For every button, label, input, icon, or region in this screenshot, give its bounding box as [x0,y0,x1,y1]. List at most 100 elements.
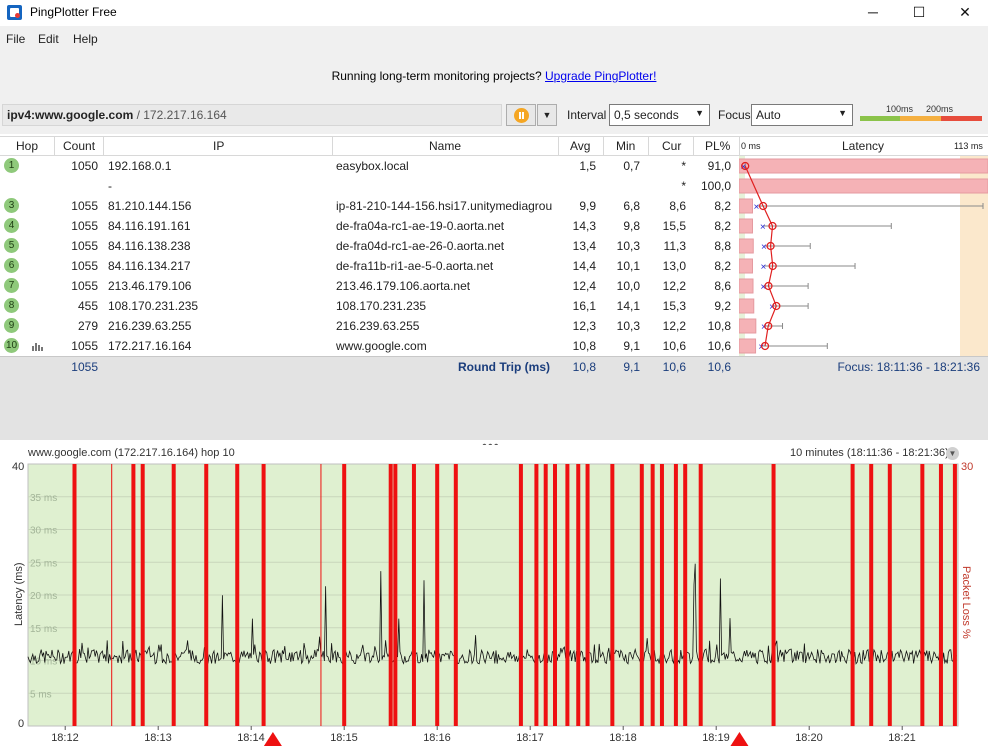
cell-avg: 12,3 [572,319,596,333]
table-row[interactable]: 1 1050 192.168.0.1 easybox.local 1,5 0,7 * 91,0 [0,156,740,176]
summary-label: Round Trip (ms) [458,360,550,374]
cell-cur: 12,2 [662,279,686,293]
graph-time-range[interactable]: 10 minutes (18:11:36 - 18:21:36) [790,447,949,459]
interval-select[interactable]: 0,5 seconds ▼ [609,104,710,126]
cell-pl: 8,2 [714,199,731,213]
hop-number-badge: 6 [4,258,19,273]
table-row[interactable]: 4 1055 84.116.191.161 de-fra04a-rc1-ae-19-0… [0,216,740,236]
cell-name: 216.239.63.255 [336,319,420,333]
table-row[interactable]: 5 1055 84.116.138.238 de-fra04d-rc1-ae-26-0… [0,236,740,256]
cell-ip: - [108,179,112,193]
cell-min: 0,7 [623,159,640,173]
title-bar: PingPlotter Free ─ ☐ ✕ [0,0,988,26]
packet-loss-bar [850,464,855,726]
summary-count: 1055 [71,360,98,374]
scale-bad-segment [941,116,982,121]
packet-loss-bar [235,464,240,726]
col-cur[interactable]: Cur [662,139,681,153]
target-field[interactable]: ipv4:www.google.com / 172.217.16.164 [2,104,502,126]
packet-loss-bar [610,464,615,726]
chevron-down-icon: ▼ [838,108,847,118]
timeline-chart[interactable]: 35 ms 30 ms 25 ms 20 ms 15 ms 10 ms 5 ms 40 0 30 L… [0,461,988,747]
packet-loss-bar [393,464,398,726]
packet-loss-bar [453,464,458,726]
table-row[interactable]: 3 1055 81.210.144.156 ip-81-210-144-156.hsi… [0,196,740,216]
y-gridline-label: 25 ms [30,558,57,569]
banner-message: Running long-term monitoring projects? U… [0,69,988,83]
packet-loss-bar [739,238,754,254]
packet-loss-bar [342,464,347,726]
cell-ip: 216.239.63.255 [108,319,192,333]
menu-file[interactable]: File [6,32,25,46]
summary-cur: 10,6 [662,360,686,374]
cell-ip: 213.46.179.106 [108,279,192,293]
packet-loss-bar [739,298,755,314]
focus-select[interactable]: Auto ▼ [751,104,853,126]
col-ip[interactable]: IP [213,139,224,153]
y-gridline-label: 35 ms [30,493,57,504]
cell-name: de-fra04d-rc1-ae-26-0.aorta.net [336,239,505,253]
col-avg[interactable]: Avg [570,139,590,153]
x-tick-label: 18:16 [423,732,451,744]
alert-triangle-icon [263,732,282,746]
empty-pane [0,376,988,440]
col-hop[interactable]: Hop [16,139,38,153]
cell-pl: 9,2 [714,299,731,313]
col-pl[interactable]: PL% [705,139,730,153]
summary-focus: Focus: 18:11:36 - 18:21:36 [837,360,980,374]
pingplotter-app-icon [7,5,22,20]
packet-loss-bar [739,218,753,234]
col-count[interactable]: Count [63,139,95,153]
interval-value: 0,5 seconds [614,108,679,122]
cell-ip: 108.170.231.235 [108,299,199,313]
packet-loss-bar [639,464,644,726]
table-row[interactable]: - * 100,0 [0,176,740,196]
menu-help[interactable]: Help [73,32,98,46]
cell-ip: 84.116.138.238 [108,239,191,253]
cell-count: 455 [77,299,98,313]
cell-pl: 8,8 [714,239,731,253]
packet-loss-bar [72,464,77,726]
chevron-down-icon[interactable]: ▼ [946,447,959,460]
table-row[interactable]: 7 1055 213.46.179.106 213.46.179.106.aorta.… [0,276,740,296]
table-row[interactable]: 6 1055 84.116.134.217 de-fra11b-ri1-ae-5-0.… [0,256,740,276]
col-min[interactable]: Min [616,139,635,153]
cell-ip: 84.116.134.217 [108,259,191,273]
cell-pl: 100,0 [700,179,731,193]
latency-min-marker: × [761,242,767,253]
summary-row: 1055 Round Trip (ms) 10,8 9,1 10,6 10,6 … [0,356,988,376]
packet-loss-bar [140,464,145,726]
cell-count: 1055 [71,339,98,353]
menu-edit[interactable]: Edit [38,32,59,46]
minimize-button[interactable]: ─ [850,0,896,26]
cell-min: 10,3 [616,239,640,253]
table-row[interactable]: 8 455 108.170.231.235 108.170.231.235 16,1 14… [0,296,740,316]
close-button[interactable]: ✕ [942,0,988,26]
pause-dropdown-button[interactable]: ▼ [537,104,557,126]
cell-min: 10,3 [616,319,640,333]
cell-min: 6,8 [623,199,640,213]
window-title: PingPlotter Free [30,5,117,19]
packet-loss-bar [565,464,570,726]
cell-count: 1055 [71,239,98,253]
table-row[interactable]: 9 279 216.239.63.255 216.239.63.255 12,3 10,3… [0,316,740,336]
cell-cur: 13,0 [662,259,686,273]
table-row[interactable]: 10 1055 172.217.16.164 www.google.com 10,8 9,… [0,336,740,356]
upgrade-link[interactable]: Upgrade PingPlotter! [545,69,656,83]
y-gridline-label: 15 ms [30,624,57,635]
cell-avg: 16,1 [572,299,596,313]
packet-loss-bar [388,464,393,726]
scale-good-segment [860,116,900,121]
cell-min: 10,1 [616,259,640,273]
interval-label: Interval [567,108,607,122]
hop-number-badge: 3 [4,198,19,213]
cell-min: 9,1 [623,339,640,353]
pause-button[interactable] [506,104,536,126]
bar-chart-icon[interactable] [32,341,44,351]
x-tick-label: 18:20 [795,732,823,744]
maximize-button[interactable]: ☐ [896,0,942,26]
col-name[interactable]: Name [429,139,461,153]
packet-loss-bar [739,278,754,294]
cell-cur: 8,6 [669,199,686,213]
col-latency[interactable]: Latency [842,139,884,153]
